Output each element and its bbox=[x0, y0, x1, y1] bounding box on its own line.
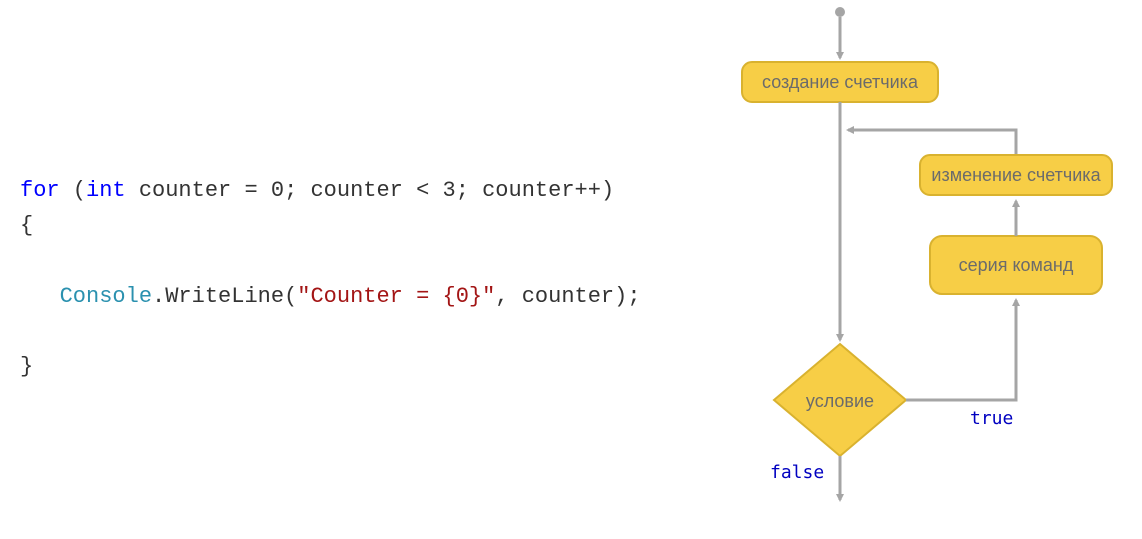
node-init-label: создание счетчика bbox=[762, 72, 919, 92]
punct-close-paren: ) bbox=[601, 178, 614, 203]
code-class-console: Console bbox=[60, 284, 152, 309]
keyword-for: for bbox=[20, 178, 60, 203]
node-change-label: изменение счетчика bbox=[931, 165, 1101, 185]
label-true: true bbox=[970, 408, 1013, 429]
code-block: for (int counter = 0; counter < 3; count… bbox=[0, 0, 680, 539]
flow-arrow-loopback bbox=[848, 130, 1016, 155]
node-condition-label: условие bbox=[806, 391, 874, 411]
start-node-icon bbox=[835, 7, 845, 17]
code-condition: counter < 3 bbox=[310, 178, 455, 203]
flowchart-diagram: создание счетчика изменение счетчика сер… bbox=[680, 0, 1142, 539]
brace-close: } bbox=[20, 354, 33, 379]
flowchart-svg: создание счетчика изменение счетчика сер… bbox=[680, 0, 1142, 539]
code-args: , counter); bbox=[495, 284, 640, 309]
code-string-literal: "Counter = {0}" bbox=[297, 284, 495, 309]
label-false: false bbox=[770, 462, 824, 483]
node-condition-diamond: условие bbox=[774, 344, 906, 456]
code-method-writeline: .WriteLine( bbox=[152, 284, 297, 309]
brace-open: { bbox=[20, 213, 33, 238]
code-increment: counter++ bbox=[482, 178, 601, 203]
flow-arrow-true bbox=[906, 300, 1016, 400]
punct-open-paren: ( bbox=[60, 178, 86, 203]
keyword-int: int bbox=[86, 178, 126, 203]
node-cmds-label: серия команд bbox=[959, 255, 1074, 275]
code-var-decl: counter = 0 bbox=[139, 178, 284, 203]
